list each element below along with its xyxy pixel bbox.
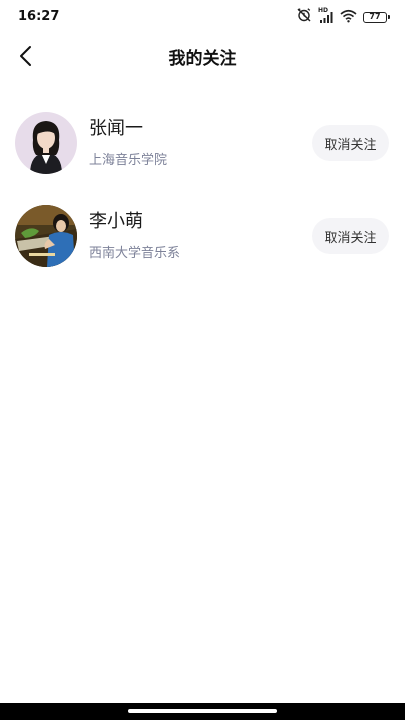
status-icons: HD 77 <box>296 7 390 27</box>
user-org: 西南大学音乐系 <box>89 246 181 261</box>
follow-item[interactable]: 李小萌 西南大学音乐系 取消关注 <box>0 197 405 290</box>
page-title: 我的关注 <box>168 49 237 69</box>
user-name: 李小萌 <box>89 211 143 232</box>
home-indicator <box>0 703 405 720</box>
user-org: 上海音乐学院 <box>89 153 168 168</box>
unfollow-button[interactable]: 取消关注 <box>312 125 389 161</box>
follow-item[interactable]: 张闻一 上海音乐学院 取消关注 <box>0 104 405 197</box>
home-bar[interactable] <box>128 709 277 713</box>
avatar[interactable] <box>15 205 77 267</box>
follow-list: 张闻一 上海音乐学院 取消关注 李小萌 西南大学音乐系 取消关注 <box>0 104 405 290</box>
status-bar: 16:27 HD 77 <box>0 0 405 34</box>
battery-icon: 77 <box>363 11 390 23</box>
unfollow-button[interactable]: 取消关注 <box>312 218 389 254</box>
avatar[interactable] <box>15 112 77 174</box>
user-name: 张闻一 <box>89 118 143 139</box>
wifi-icon <box>340 8 357 27</box>
nav-bar: 我的关注 <box>0 34 405 78</box>
cellular-signal-icon: HD <box>318 8 334 25</box>
status-time: 16:27 <box>18 9 60 24</box>
alarm-off-icon <box>296 7 312 27</box>
